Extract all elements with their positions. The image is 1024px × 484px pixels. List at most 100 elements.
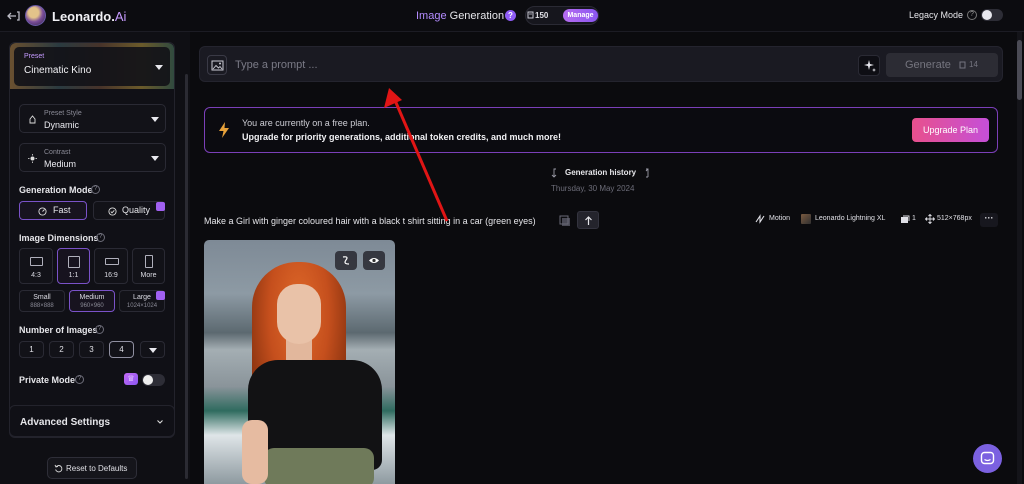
top-bar: Leonardo.Ai Image Generation ? 150 Manag… [0, 0, 1024, 32]
scrollbar-thumb[interactable] [1017, 40, 1022, 100]
preset-value: Cinematic Kino [24, 65, 92, 76]
logo-avatar[interactable] [25, 5, 46, 26]
token-icon [959, 61, 966, 69]
check-circle-icon [108, 207, 117, 216]
generation-mode-title: Generation Mode [19, 185, 93, 195]
eye-icon [369, 258, 379, 263]
ratio-1-1-option[interactable]: 1:1 [57, 248, 90, 284]
image-face-shape [277, 284, 321, 344]
history-right-icon [645, 168, 649, 178]
help-icon[interactable]: ? [95, 325, 104, 334]
image-dimensions-title: Image Dimensions [19, 233, 99, 243]
premium-badge-icon: ♕ [124, 373, 138, 385]
image-size-label: 512×768px [937, 215, 972, 222]
help-icon[interactable]: ? [505, 10, 516, 21]
chevron-down-icon [149, 348, 157, 353]
view-image-button[interactable] [363, 251, 385, 270]
images-count-2[interactable]: 2 [49, 341, 74, 358]
ratio-more-option[interactable]: More [132, 248, 165, 284]
chevron-down-icon [157, 420, 163, 424]
generation-prompt-text: Make a Girl with ginger coloured hair wi… [204, 216, 536, 226]
preset-selector[interactable]: Preset Cinematic Kino [10, 43, 174, 89]
arrow-up-icon [585, 216, 592, 225]
advanced-settings-label: Advanced Settings [20, 417, 111, 428]
reuse-prompt-button[interactable] [577, 211, 599, 229]
ratio-square-icon [68, 256, 80, 268]
generated-image[interactable] [204, 240, 395, 484]
private-mode-toggle[interactable] [142, 374, 165, 386]
help-icon[interactable]: ? [91, 185, 100, 194]
fast-mode-button[interactable]: Fast [19, 201, 87, 220]
help-icon[interactable]: ? [96, 233, 105, 242]
brand-name[interactable]: Leonardo.Ai [52, 9, 126, 24]
prompt-enhance-button[interactable] [858, 55, 880, 76]
contrast-select[interactable]: Contrast Medium [19, 143, 166, 172]
token-balance: 150 Manage [525, 6, 599, 25]
reset-defaults-button[interactable]: Reset to Defaults [47, 457, 137, 479]
chevron-down-icon [151, 156, 159, 161]
legacy-mode-label: Legacy Mode [909, 10, 964, 20]
ratio-portrait-icon [145, 255, 153, 268]
preset-style-label: Preset Style [44, 110, 82, 117]
legacy-mode-toggle[interactable] [981, 9, 1003, 21]
generation-history-title: Generation history [565, 168, 637, 177]
prompt-bar: Generate 14 [199, 46, 1003, 82]
chat-icon [980, 451, 995, 465]
premium-badge-icon [156, 291, 165, 300]
help-icon[interactable]: ? [75, 375, 84, 384]
page-title: Image Generation [416, 10, 505, 22]
sparkle-icon [864, 60, 876, 72]
settings-sidebar: Preset Cinematic Kino Preset Style Dynam… [0, 32, 190, 484]
image-arm-shape [242, 420, 268, 484]
size-small-option[interactable]: Small 888×888 [19, 290, 65, 312]
dimensions-icon [925, 214, 935, 224]
generation-history-date: Thursday, 30 May 2024 [551, 184, 635, 193]
premium-badge-icon [156, 202, 165, 211]
chevron-down-icon [155, 65, 163, 70]
motion-icon [755, 214, 765, 224]
support-chat-button[interactable] [973, 444, 1002, 473]
motion-video-button[interactable] [335, 251, 357, 270]
ratio-4-3-option[interactable]: 4:3 [19, 248, 53, 284]
image-count-label: 1 [912, 215, 916, 222]
images-stack-icon [901, 215, 910, 223]
contrast-value: Medium [44, 159, 77, 169]
images-count-4[interactable]: 4 [109, 341, 134, 358]
preset-style-value: Dynamic [44, 120, 80, 130]
motion-label: Motion [769, 215, 791, 222]
history-left-icon [551, 168, 557, 178]
copy-icon[interactable] [558, 214, 572, 228]
images-count-more[interactable] [140, 341, 165, 358]
contrast-icon [28, 154, 37, 163]
number-of-images-title: Number of Images [19, 325, 98, 335]
advanced-settings-toggle[interactable]: Advanced Settings [9, 405, 175, 437]
preset-panel: Preset Cinematic Kino [14, 47, 170, 86]
token-count: 150 [535, 11, 549, 20]
sidebar-scrollbar[interactable] [185, 74, 188, 479]
image-upload-icon[interactable] [207, 55, 227, 75]
model-label: Leonardo Lightning XL [815, 215, 886, 222]
manage-button[interactable]: Manage [563, 9, 598, 22]
preset-label: Preset [24, 53, 45, 60]
more-options-button[interactable]: ··· [980, 213, 998, 227]
images-count-3[interactable]: 3 [79, 341, 104, 358]
lightning-icon [219, 122, 229, 138]
size-medium-option[interactable]: Medium 960×960 [69, 290, 115, 312]
legacy-help-icon[interactable]: ? [967, 10, 977, 20]
token-icon [527, 11, 534, 19]
chevron-down-icon [151, 117, 159, 122]
speedometer-icon [38, 207, 47, 216]
ratio-16-9-option[interactable]: 16:9 [94, 248, 128, 284]
ratio-wide-icon [105, 258, 119, 265]
motion-icon [342, 256, 350, 265]
upgrade-plan-button[interactable]: Upgrade Plan [912, 118, 989, 142]
collapse-sidebar-icon[interactable] [6, 8, 22, 24]
preset-style-select[interactable]: Preset Style Dynamic [19, 104, 166, 133]
images-count-1[interactable]: 1 [19, 341, 44, 358]
generate-button[interactable]: Generate 14 [886, 53, 998, 77]
banner-line-1: You are currently on a free plan. [242, 118, 370, 128]
main-scrollbar[interactable] [1017, 32, 1022, 484]
ratio-landscape-icon [30, 257, 43, 266]
quality-mode-button[interactable]: Quality [93, 201, 165, 220]
prompt-input[interactable] [235, 56, 735, 74]
